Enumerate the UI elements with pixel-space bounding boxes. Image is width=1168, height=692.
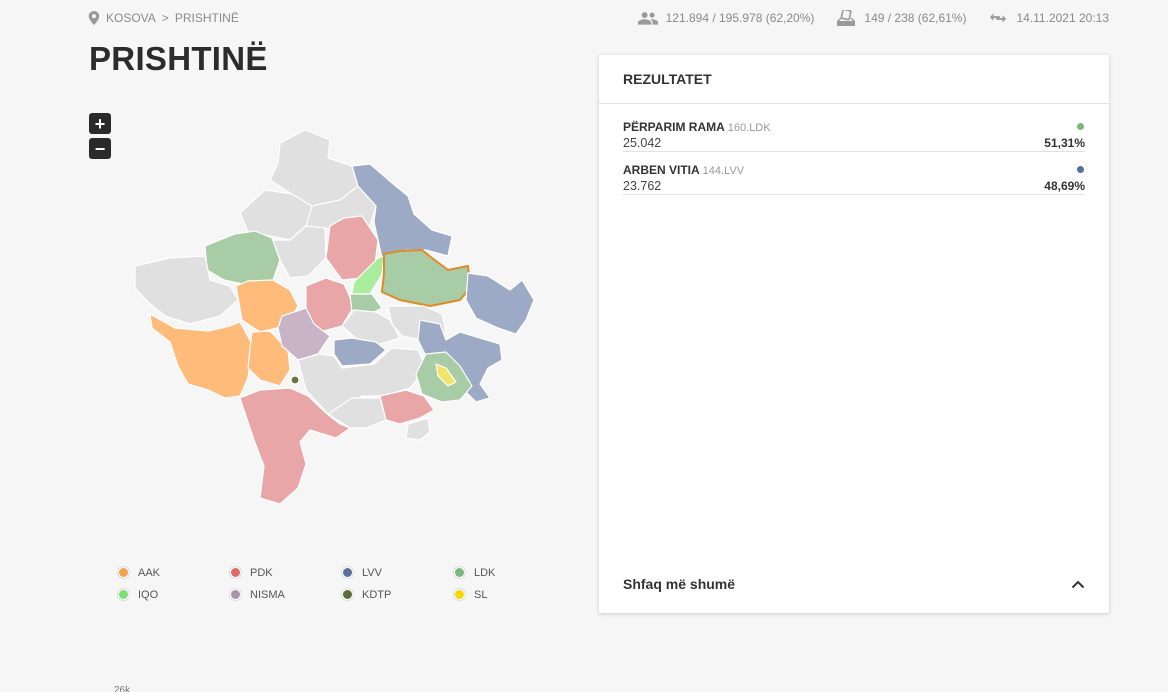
candidate-row[interactable]: PËRPARIM RAMA 160.LDK 25.042 51,31%: [623, 119, 1085, 152]
voters-stat: 121.894 / 195.978 (62,20%): [637, 10, 815, 26]
show-more-button[interactable]: Shfaq më shumë: [623, 573, 1085, 595]
legend-label: SL: [474, 588, 488, 601]
legend-dot: [454, 589, 465, 600]
ballot-box-icon: [837, 10, 856, 26]
legend-item-lvv[interactable]: LVV: [342, 566, 454, 579]
legend-label: LDK: [474, 566, 496, 579]
map-region-ldk-west[interactable]: [204, 230, 281, 286]
legend-label: AAK: [138, 566, 161, 579]
map-region-aak-2[interactable]: [149, 313, 253, 399]
map-region-kdtp[interactable]: [290, 375, 300, 385]
candidate-name-wrap: ARBEN VITIA 144.LVV: [623, 163, 744, 177]
legend-item-sl[interactable]: SL: [454, 588, 566, 601]
candidate-row[interactable]: ARBEN VITIA 144.LVV 23.762 48,69%: [623, 162, 1085, 195]
legend-item-kdtp[interactable]: KDTP: [342, 588, 454, 601]
legend-item-aak[interactable]: AAK: [118, 566, 230, 579]
zoom-in-button[interactable]: +: [89, 113, 111, 134]
legend-dot: [454, 567, 465, 578]
candidate-name: ARBEN VITIA: [623, 163, 700, 177]
legend-label: LVV: [362, 566, 382, 579]
legend-label: KDTP: [362, 588, 392, 601]
swap-arrows-icon: [990, 13, 1007, 23]
legend-item-nisma[interactable]: NISMA: [230, 588, 342, 601]
candidate-percent: 51,31%: [1044, 136, 1085, 150]
legend-item-ldk[interactable]: LDK: [454, 566, 566, 579]
legend-item-iqo[interactable]: IQO: [118, 588, 230, 601]
legend-label: IQO: [138, 588, 159, 601]
candidate-votes: 25.042: [623, 136, 662, 150]
legend-label: PDK: [250, 566, 273, 579]
results-panel: REZULTATET PËRPARIM RAMA 160.LDK 25.042 5…: [599, 55, 1109, 613]
candidate-party-dot: [1077, 123, 1084, 130]
breadcrumb-municipality: PRISHTINË: [174, 11, 239, 25]
legend-dot: [342, 589, 353, 600]
candidate-name-wrap: PËRPARIM RAMA 160.LDK: [623, 120, 771, 134]
candidate-party: 160.LDK: [727, 122, 771, 134]
legend-dot: [118, 589, 129, 600]
candidate-percent: 48,69%: [1044, 179, 1085, 193]
chevron-up-icon: [1071, 580, 1085, 589]
results-header: REZULTATET: [599, 55, 1109, 104]
stations-value: 149 / 238 (62,61%): [864, 11, 967, 25]
chart-stub-label: 26k: [114, 685, 131, 692]
breadcrumb: KOSOVA > PRISHTINË: [88, 11, 239, 25]
legend-dot: [230, 567, 241, 578]
candidate-party: 144.LVV: [702, 165, 745, 177]
stats-bar: 121.894 / 195.978 (62,20%) 149 / 238 (62…: [637, 10, 1109, 26]
legend-item-pdk[interactable]: PDK: [230, 566, 342, 579]
legend-label: NISMA: [250, 588, 285, 601]
candidate-name: PËRPARIM RAMA: [623, 120, 725, 134]
show-more-label: Shfaq më shumë: [623, 576, 736, 592]
updated-value: 14.11.2021 20:13: [1016, 11, 1109, 25]
legend-dot: [118, 567, 129, 578]
legend-dot: [342, 567, 353, 578]
candidate-votes: 23.762: [623, 179, 662, 193]
breadcrumb-country[interactable]: KOSOVA: [106, 11, 156, 25]
updated-stat: 14.11.2021 20:13: [988, 10, 1109, 26]
page-title: PRISHTINË: [89, 40, 268, 77]
people-icon: [637, 12, 658, 25]
stations-stat: 149 / 238 (62,61%): [836, 10, 966, 26]
top-bar: KOSOVA > PRISHTINË 121.894 / 195.978 (62…: [88, 8, 1109, 28]
legend-dot: [230, 589, 241, 600]
kosovo-map[interactable]: [130, 128, 540, 508]
candidate-party-dot: [1077, 166, 1084, 173]
map-region-lvv-east[interactable]: [465, 272, 535, 335]
map-region-prishtine-selected[interactable]: [381, 249, 471, 307]
voters-value: 121.894 / 195.978 (62,20%): [665, 11, 815, 25]
zoom-out-button[interactable]: −: [89, 138, 111, 159]
location-pin-icon: [88, 11, 100, 25]
breadcrumb-separator: >: [161, 11, 169, 25]
party-legend: AAK PDK LVV LDK IQO NISMA KDTP SL: [118, 566, 568, 601]
